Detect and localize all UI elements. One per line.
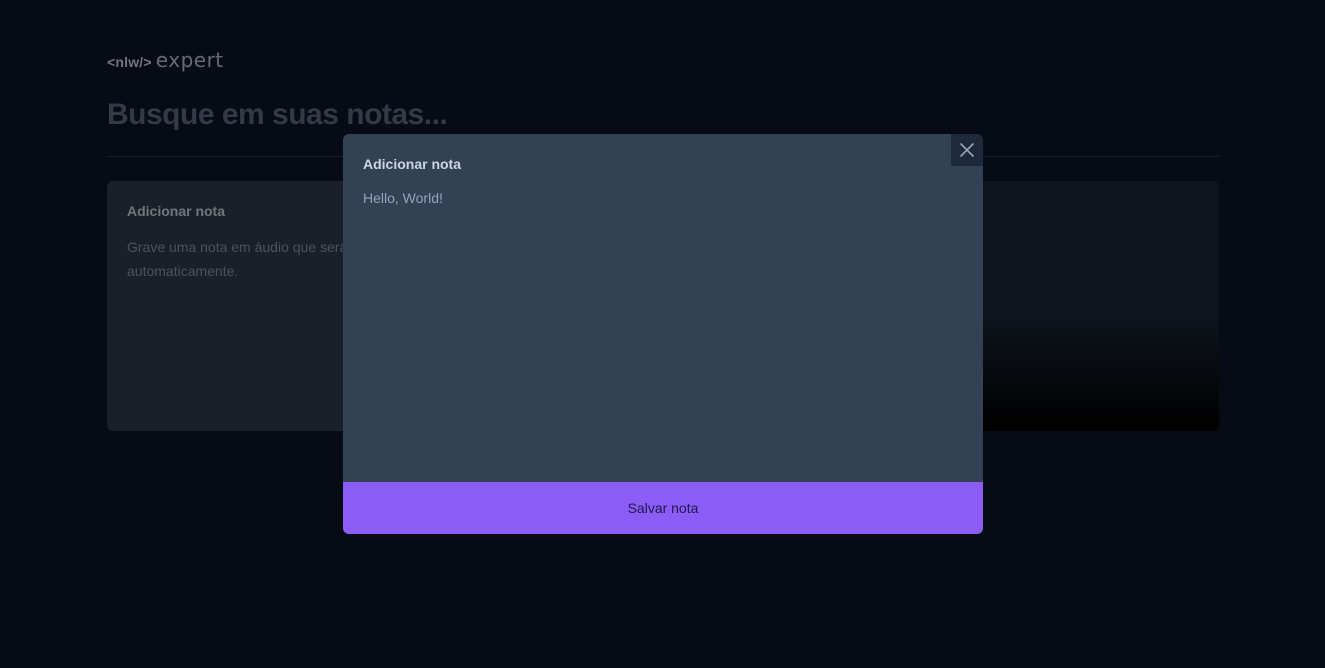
note-content-editor[interactable]: Hello, World! <box>363 188 953 468</box>
modal-title: Adicionar nota <box>363 156 462 172</box>
add-note-modal: Adicionar nota Hello, World! Salvar nota <box>343 134 983 534</box>
app-page: <nlw/> expert Adicionar nota Grave uma n… <box>0 0 1325 668</box>
x-icon <box>960 143 974 157</box>
close-button[interactable] <box>951 134 983 166</box>
save-note-button[interactable]: Salvar nota <box>343 482 983 534</box>
